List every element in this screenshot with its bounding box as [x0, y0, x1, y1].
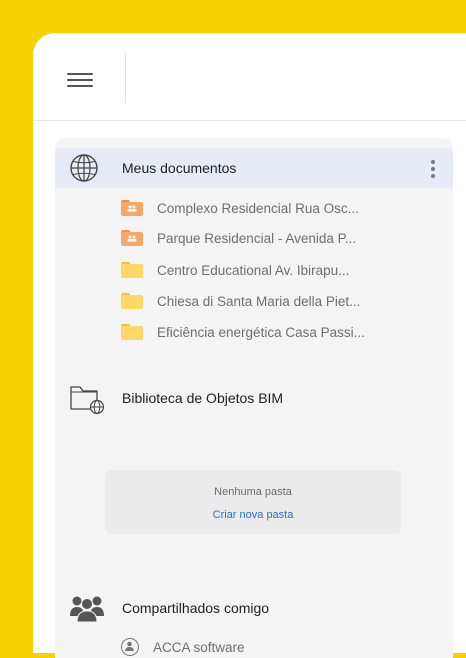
create-folder-link[interactable]: Criar nova pasta — [105, 509, 401, 521]
shared-folder-icon — [121, 230, 143, 246]
folder-icon — [121, 293, 143, 309]
topbar-divider — [125, 53, 126, 103]
empty-state-text: Nenhuma pasta — [214, 486, 292, 498]
top-bar — [33, 33, 466, 121]
shared-folder-icon — [121, 200, 143, 216]
section-shared-with-me[interactable]: Compartilhados comigo — [55, 588, 453, 628]
folder-globe-icon — [70, 386, 105, 415]
folder-label: Parque Residencial - Avenida P... — [157, 230, 357, 246]
users-group-icon — [70, 596, 104, 623]
user-circle-icon — [121, 638, 139, 656]
folder-label: Complexo Residencial Rua Osc... — [157, 200, 359, 216]
empty-state-box: Nenhuma pasta Criar nova pasta — [105, 470, 401, 534]
hamburger-menu-icon[interactable] — [67, 71, 93, 89]
folder-icon — [121, 324, 143, 340]
folder-icon — [121, 262, 143, 278]
folder-item[interactable]: Parque Residencial - Avenida P... — [121, 227, 356, 249]
more-vertical-icon[interactable] — [431, 160, 435, 178]
folder-item[interactable]: Complexo Residencial Rua Osc... — [121, 197, 359, 219]
section-bim-library[interactable]: Biblioteca de Objetos BIM — [55, 378, 453, 418]
section-bim-library-label: Biblioteca de Objetos BIM — [122, 390, 284, 406]
folder-item[interactable]: Chiesa di Santa Maria della Piet... — [121, 290, 360, 312]
folder-label: Centro Educational Av. Ibirapu... — [157, 262, 350, 278]
folder-item[interactable]: Centro Educational Av. Ibirapu... — [121, 259, 349, 281]
section-my-documents[interactable]: Meus documentos — [55, 148, 453, 188]
folder-label: Eficiência energética Casa Passi... — [157, 324, 365, 340]
folder-label: Chiesa di Santa Maria della Piet... — [157, 293, 361, 309]
shared-user-item[interactable]: ACCA software — [121, 636, 245, 658]
documents-panel: Meus documentos Complexo Residencial Rua… — [55, 138, 453, 658]
shared-user-label: ACCA software — [153, 639, 245, 655]
section-shared-with-me-label: Compartilhados comigo — [122, 600, 270, 616]
folder-item[interactable]: Eficiência energética Casa Passi... — [121, 321, 365, 343]
globe-icon — [70, 154, 98, 182]
section-my-documents-label: Meus documentos — [122, 160, 237, 176]
app-window: Meus documentos Complexo Residencial Rua… — [33, 33, 466, 658]
